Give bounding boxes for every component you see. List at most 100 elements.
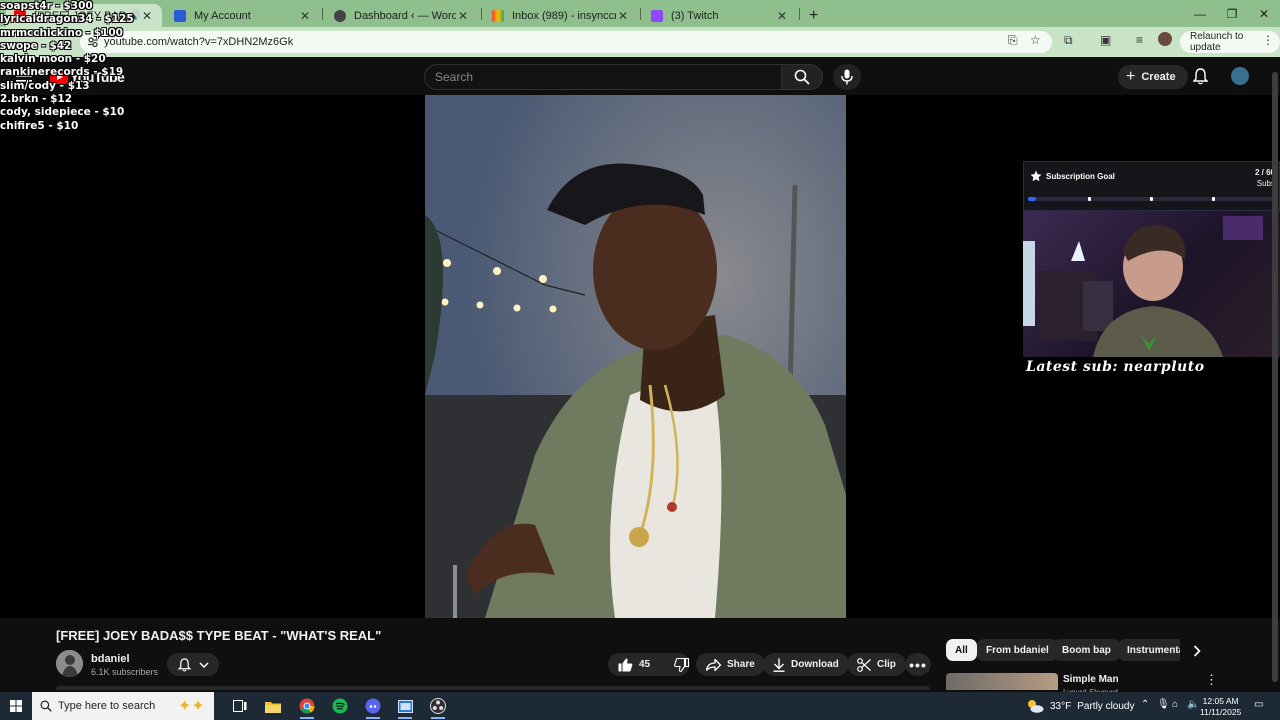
app-window-icon[interactable] — [394, 696, 416, 719]
create-button[interactable]: + Create — [1118, 65, 1188, 89]
notifications-bell-icon[interactable] — [1193, 68, 1208, 85]
browser-tab-strip: [FREE] JOEY BADA$$ TYPE 🔊 ✕ My Account ✕… — [0, 0, 1280, 27]
close-window-button[interactable]: ✕ — [1248, 0, 1280, 27]
taskbar-clock[interactable]: 12:05 AM 11/11/2025 — [1200, 696, 1241, 718]
partly-cloudy-icon — [1028, 700, 1044, 713]
tab-separator — [799, 8, 800, 20]
page-scrollbar[interactable] — [1272, 66, 1278, 686]
volume-icon[interactable]: 🔈 — [1187, 699, 1199, 710]
share-button[interactable]: Share — [696, 653, 765, 676]
share-arrow-icon — [706, 658, 721, 671]
minimize-button[interactable]: — — [1184, 0, 1216, 27]
chip-all[interactable]: All — [946, 639, 977, 661]
thumbs-down-icon — [674, 657, 690, 672]
bookmark-star-icon[interactable]: ☆ — [1030, 33, 1041, 47]
obs-studio-icon[interactable] — [427, 696, 449, 719]
task-view-icon[interactable] — [229, 696, 251, 716]
dislike-button[interactable] — [668, 657, 695, 672]
window-controls: — ❐ ✕ — [1184, 0, 1280, 27]
donation-leaderboard: soapst4r - $300 lyricaldragon34 - $125 m… — [0, 0, 140, 133]
search-button[interactable] — [781, 64, 823, 90]
video-player[interactable]: Subscription Goal 2 / 60 Subs Latest sub… — [0, 95, 1280, 618]
install-app-icon[interactable]: ⎘ — [1008, 33, 1018, 48]
restore-button[interactable]: ❐ — [1216, 0, 1248, 27]
video-frame[interactable] — [425, 95, 846, 618]
taskbar-search-box[interactable]: Type here to search ✦✦ — [32, 692, 214, 720]
show-hidden-icons-chevron-icon[interactable]: ⌃ — [1141, 699, 1149, 710]
video-info-section: [FREE] JOEY BADA$$ TYPE BEAT - "WHAT'S R… — [0, 618, 1280, 697]
weather-widget[interactable]: 33°F Partly cloudy — [1026, 692, 1134, 720]
account-avatar[interactable] — [1231, 67, 1249, 85]
youtube-header: YouTube Search + Create — [0, 57, 1280, 95]
start-button[interactable] — [0, 692, 32, 720]
microphone-tray-icon[interactable]: 🎙 — [1157, 699, 1170, 710]
twitch-favicon-icon — [651, 9, 663, 22]
extensions-icon[interactable]: ⧉ — [1064, 33, 1073, 48]
discord-icon[interactable] — [362, 696, 384, 719]
donor-entry: rankinerecords - $19 — [0, 66, 124, 79]
description-box[interactable] — [56, 686, 930, 690]
video-artwork-image — [425, 95, 846, 618]
recommended-video-thumbnail[interactable] — [946, 673, 1058, 690]
split-view-icon[interactable]: ▣ — [1100, 33, 1111, 47]
tab-separator — [481, 8, 482, 20]
download-icon — [773, 658, 785, 672]
streamer-webcam — [1023, 211, 1280, 357]
chip-from-channel[interactable]: From bdaniel — [977, 639, 1058, 661]
subscription-goal-widget: Subscription Goal 2 / 60 Subs — [1023, 161, 1280, 211]
chevron-right-icon[interactable] — [1193, 645, 1201, 657]
webcam-feed-image — [1023, 216, 1263, 357]
wordpress-favicon-icon — [334, 9, 346, 22]
close-tab-icon[interactable]: ✕ — [775, 9, 789, 23]
channel-avatar-image — [56, 650, 83, 677]
recommended-video-title[interactable]: Simple Man — [1063, 674, 1119, 685]
close-tab-icon[interactable]: ✕ — [456, 9, 470, 23]
chrome-icon[interactable] — [296, 696, 318, 719]
subscribe-notifications-button[interactable] — [167, 653, 219, 676]
tab-twitch[interactable]: (3) Twitch ✕ — [643, 4, 797, 27]
tab-separator — [322, 8, 323, 20]
goal-progress-track — [1028, 197, 1277, 201]
tab-my-account[interactable]: My Account ✕ — [166, 4, 320, 27]
voice-search-button[interactable] — [833, 64, 861, 90]
spotify-icon[interactable] — [329, 696, 351, 716]
search-icon — [794, 69, 810, 85]
donor-entry: soapst4r - $300 — [0, 0, 93, 12]
profile-avatar[interactable] — [1158, 32, 1172, 46]
clip-button[interactable]: Clip — [847, 653, 906, 676]
search-highlight-icon: ✦✦ — [178, 698, 205, 715]
chip-boom-bap[interactable]: Boom bap — [1053, 639, 1120, 661]
download-button[interactable]: Download — [763, 653, 849, 676]
menu-kebab-icon[interactable]: ⋮ — [1262, 33, 1274, 47]
more-actions-button[interactable]: ••• — [905, 653, 931, 676]
star-icon — [1030, 170, 1042, 182]
scrollbar-thumb[interactable] — [1272, 72, 1278, 682]
bell-icon — [177, 657, 191, 672]
recommendation-menu-icon[interactable]: ⋮ — [1205, 672, 1218, 688]
donor-entry: swope - $42 — [0, 39, 72, 52]
network-icon[interactable]: ⌂ — [1172, 699, 1178, 710]
file-explorer-icon[interactable] — [262, 696, 284, 716]
tab-wordpress[interactable]: Dashboard ‹ — WordPress ✕ — [326, 4, 478, 27]
like-button[interactable]: 45 — [618, 658, 650, 672]
address-bar[interactable]: youtube.com/watch?v=7xDHN2Mz6Gk — [80, 31, 1052, 53]
donor-entry: chifire5 - $10 — [0, 119, 79, 132]
donor-entry: mrmcchickino - $100 — [0, 26, 123, 39]
like-dislike-group: 45 — [608, 653, 690, 676]
channel-avatar[interactable] — [56, 650, 83, 677]
chip-instrumental[interactable]: Instrumental — [1118, 639, 1180, 661]
new-tab-button[interactable]: + — [801, 4, 821, 27]
subscriber-count: 6.1K subscribers — [91, 667, 159, 677]
donor-entry: kalvin moon - $20 — [0, 53, 106, 66]
notification-center-icon[interactable]: ▭ — [1254, 699, 1263, 710]
close-tab-icon[interactable]: ✕ — [298, 9, 312, 23]
media-controls-icon[interactable]: ≡ — [1136, 33, 1143, 47]
scissors-icon — [857, 657, 871, 672]
close-tab-icon[interactable]: ✕ — [140, 9, 154, 23]
more-horizontal-icon: ••• — [909, 656, 927, 673]
close-tab-icon[interactable]: ✕ — [616, 9, 630, 23]
channel-name-link[interactable]: bdaniel — [91, 653, 130, 665]
tab-gmail-inbox[interactable]: Inbox (989) - insynccre8tions@ ✕ — [484, 4, 638, 27]
donor-entry: cody, sidepiece - $10 — [0, 106, 125, 119]
search-input[interactable]: Search — [424, 64, 782, 90]
